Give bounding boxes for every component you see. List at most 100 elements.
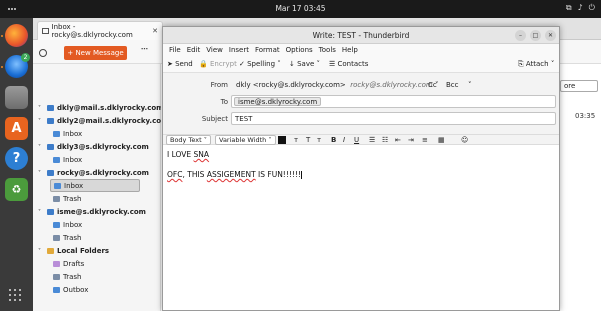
envelope-icon: [42, 28, 49, 34]
send-button[interactable]: ➤ Send: [167, 60, 193, 68]
numbered-list-icon[interactable]: ☷: [382, 135, 388, 145]
align-icon[interactable]: ≡: [422, 135, 428, 145]
app-center-icon[interactable]: A: [5, 117, 28, 140]
network-icon: ⧉: [565, 3, 572, 12]
from-label: From: [210, 81, 228, 89]
menu-tools[interactable]: Tools: [316, 44, 339, 57]
chevron-down-icon: ˅: [38, 247, 41, 255]
outdent-icon[interactable]: ⇤: [395, 135, 401, 145]
font-size-icon[interactable]: ᴛ: [317, 135, 321, 145]
folder-account[interactable]: ˅ dkly3@s.dklyrocky.com: [38, 141, 149, 153]
chevron-down-icon: ˅: [38, 169, 41, 177]
subject-field[interactable]: TEST: [231, 112, 556, 125]
menu-options[interactable]: Options: [283, 44, 316, 57]
paragraph-format-select[interactable]: Body Text ˅: [166, 135, 211, 145]
font-select[interactable]: Variable Width ˅: [215, 135, 276, 145]
tab-inbox[interactable]: Inbox - rocky@s.dklyrocky.com ✕: [37, 21, 163, 40]
download-icon: ↓: [289, 60, 295, 68]
message-time: 03:35: [575, 112, 596, 120]
trash-icon[interactable]: ♻: [5, 178, 28, 201]
folder-drafts[interactable]: Drafts: [53, 258, 84, 270]
folder-account[interactable]: ˅ dkly@mail.s.dklyrocky.com: [38, 102, 163, 114]
dock: 2 A ? ♻: [0, 18, 33, 311]
bcc-button[interactable]: Bcc: [446, 81, 459, 89]
menu-insert[interactable]: Insert: [226, 44, 252, 57]
text-color-icon[interactable]: [278, 136, 286, 144]
menu-file[interactable]: File: [166, 44, 184, 57]
account-icon: [47, 170, 54, 176]
recipient-pill[interactable]: isme@s.dklyrocky.com: [234, 97, 322, 106]
folder-trash[interactable]: Trash: [53, 193, 82, 205]
system-tray[interactable]: ⧉ ♪ ⏻: [566, 3, 595, 13]
font-size-decrease-icon[interactable]: ᴛ: [294, 135, 298, 145]
insert-icon[interactable]: ▦: [438, 135, 445, 145]
trash-icon: [53, 196, 60, 202]
subject-label: Subject: [201, 115, 228, 123]
folder-inbox[interactable]: Inbox: [53, 128, 82, 140]
menu-view[interactable]: View: [203, 44, 226, 57]
folder-inbox[interactable]: Inbox: [53, 219, 82, 231]
folder-trash[interactable]: Trash: [53, 271, 82, 283]
folder-pane: ˅ dkly@mail.s.dklyrocky.com ˅ dkly2@mail…: [33, 64, 168, 311]
italic-icon[interactable]: I: [343, 135, 345, 145]
save-button[interactable]: ↓ Save ˅: [289, 60, 320, 68]
to-label: To: [220, 98, 228, 106]
folder-account[interactable]: ˅ isme@s.dklyrocky.com: [38, 206, 146, 218]
spelling-button[interactable]: ✓ Spelling ˅: [239, 60, 281, 68]
chevron-down-icon: ˅: [38, 104, 41, 112]
outbox-icon: [53, 287, 60, 293]
menu-format[interactable]: Format: [252, 44, 283, 57]
folder-outbox[interactable]: Outbox: [53, 284, 88, 296]
compose-window: Write: TEST - Thunderbird – □ ✕ File Edi…: [162, 26, 560, 311]
folder-account[interactable]: ˅ dkly2@mail.s.dklyrocky.com: [38, 115, 168, 127]
indent-icon[interactable]: ⇥: [408, 135, 414, 145]
menu-edit[interactable]: Edit: [184, 44, 204, 57]
show-apps-icon[interactable]: [9, 289, 23, 303]
body-line-1: I LOVE SNA: [167, 150, 210, 159]
view-options-select[interactable]: ore: [560, 80, 598, 92]
drafts-icon: [53, 261, 60, 267]
format-toolbar: Body Text ˅ Variable Width ˅ ᴛ T ᴛ B I U…: [163, 135, 559, 145]
chevron-down-icon: ˅: [38, 208, 41, 216]
text-cursor: [300, 171, 302, 179]
firefox-icon[interactable]: [5, 24, 28, 47]
emoji-icon[interactable]: ☺: [461, 135, 468, 145]
folder-local[interactable]: ˅ Local Folders: [38, 245, 109, 257]
encrypt-button[interactable]: 🔒 Encrypt: [199, 60, 237, 68]
more-options-icon[interactable]: ˅: [468, 81, 472, 89]
folder-trash[interactable]: Trash: [53, 232, 82, 244]
clock[interactable]: Mar 17 03:45: [0, 4, 601, 13]
folder-inbox[interactable]: Inbox: [53, 154, 82, 166]
close-icon[interactable]: ✕: [545, 30, 556, 41]
get-messages-icon[interactable]: [39, 49, 47, 57]
trash-icon: [53, 274, 60, 280]
from-select[interactable]: dkly <rocky@s.dklyrocky.com> rocky@s.dkl…: [236, 81, 438, 89]
folder-inbox-selected[interactable]: Inbox: [50, 179, 140, 192]
new-message-button[interactable]: + New Message: [64, 46, 127, 60]
folder-pane-menu-icon[interactable]: ⋯: [141, 45, 151, 59]
close-icon[interactable]: ✕: [152, 27, 158, 35]
contacts-button[interactable]: ☰ Contacts: [329, 60, 368, 68]
bold-icon[interactable]: B: [331, 135, 336, 145]
message-body[interactable]: I LOVE SNA OFC, THIS ASSIGEMENT IS FUN!!…: [163, 145, 559, 310]
to-field[interactable]: isme@s.dklyrocky.com: [231, 95, 556, 108]
files-icon[interactable]: [5, 86, 28, 109]
chevron-down-icon: ˅: [38, 143, 41, 151]
attach-button[interactable]: ⎘ Attach ˅: [518, 60, 554, 69]
font-size-increase-icon[interactable]: T: [306, 135, 310, 145]
cc-button[interactable]: Cc: [428, 81, 437, 89]
lock-icon: 🔒: [199, 60, 208, 68]
compose-header: From dkly <rocky@s.dklyrocky.com> rocky@…: [163, 73, 559, 135]
bullet-list-icon[interactable]: ☰: [369, 135, 375, 145]
minimize-icon[interactable]: –: [515, 30, 526, 41]
compose-title: Write: TEST - Thunderbird: [312, 31, 410, 40]
folder-account[interactable]: ˅ rocky@s.dklyrocky.com: [38, 167, 149, 179]
inbox-icon: [53, 131, 60, 137]
help-icon[interactable]: ?: [5, 147, 28, 170]
compose-toolbar: ➤ Send 🔒 Encrypt ✓ Spelling ˅ ↓ Save ˅ ☰…: [163, 57, 559, 73]
compose-titlebar: Write: TEST - Thunderbird – □ ✕: [163, 27, 559, 44]
inbox-icon: [53, 157, 60, 163]
underline-icon[interactable]: U: [354, 135, 359, 145]
maximize-icon[interactable]: □: [530, 30, 541, 41]
menu-help[interactable]: Help: [339, 44, 361, 57]
